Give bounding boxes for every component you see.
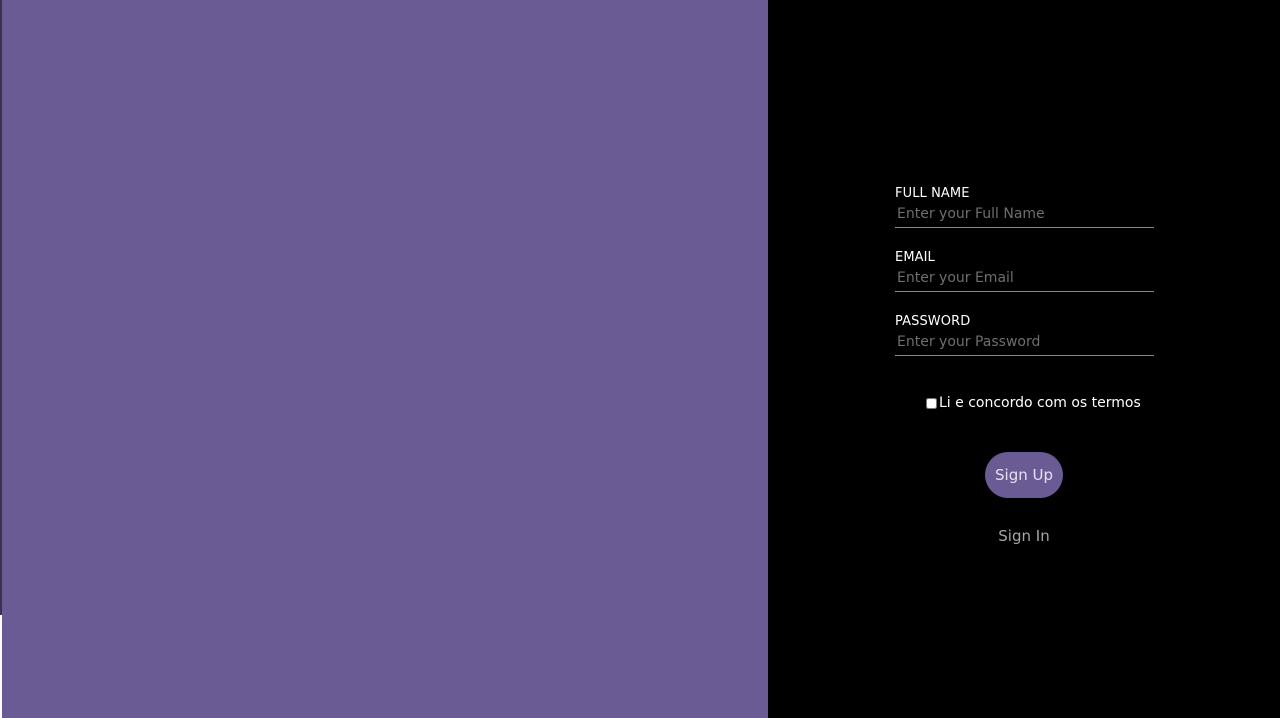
password-label: PASSWORD (895, 314, 971, 329)
terms-label[interactable]: Li e concordo com os termos (939, 394, 1141, 412)
email-label: EMAIL (895, 250, 935, 265)
email-field-group: EMAIL (895, 250, 1154, 314)
signup-screen: FULL NAME EMAIL PASSWORD Li e concordo c… (0, 0, 1280, 718)
terms-checkbox[interactable] (926, 397, 937, 409)
password-input[interactable] (895, 332, 1154, 356)
full-name-input[interactable] (895, 204, 1154, 228)
panel-edge (0, 0, 2, 615)
signup-button[interactable]: Sign Up (985, 452, 1063, 498)
brand-panel (0, 0, 768, 718)
panel-edge-bottom (0, 615, 2, 718)
signup-panel: FULL NAME EMAIL PASSWORD Li e concordo c… (768, 0, 1280, 718)
full-name-label: FULL NAME (895, 186, 970, 201)
full-name-field-group: FULL NAME (895, 186, 1154, 250)
signin-link[interactable]: Sign In (974, 526, 1074, 546)
signup-form: FULL NAME EMAIL PASSWORD (895, 186, 1154, 378)
email-input[interactable] (895, 268, 1154, 292)
password-field-group: PASSWORD (895, 314, 1154, 378)
terms-row: Li e concordo com os termos (926, 394, 1141, 412)
